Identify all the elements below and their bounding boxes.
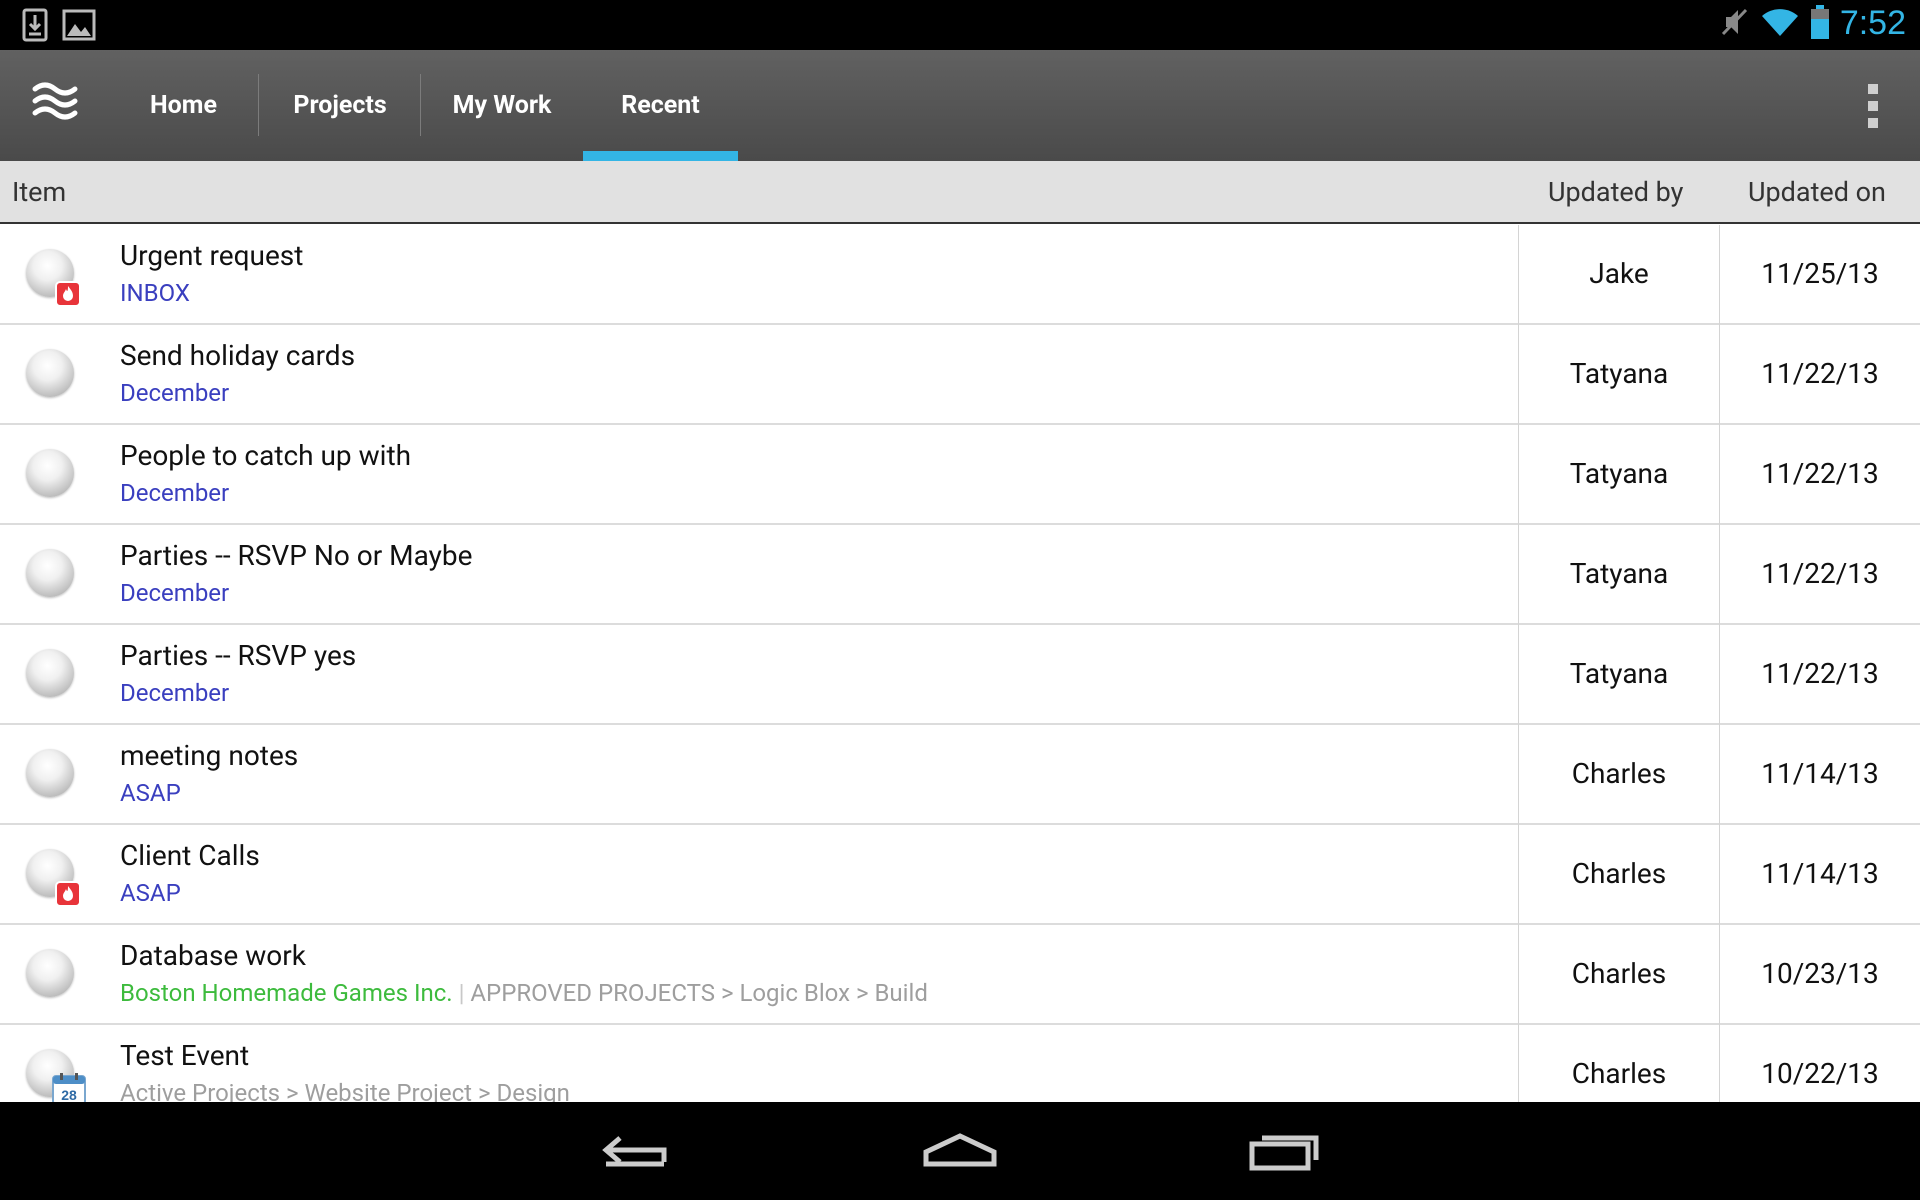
table-row[interactable]: Client Calls ASAP Charles 11/14/13 bbox=[0, 825, 1920, 925]
recent-items-list: Urgent request INBOX Jake 11/25/13 Send … bbox=[0, 225, 1920, 1102]
app-waves-logo-icon[interactable] bbox=[32, 80, 78, 130]
active-tab-indicator bbox=[583, 151, 738, 161]
project-link[interactable]: INBOX bbox=[120, 279, 190, 307]
recent-apps-icon[interactable] bbox=[1248, 1122, 1322, 1184]
overflow-menu-icon[interactable] bbox=[1866, 84, 1880, 128]
project-link[interactable]: ASAP bbox=[120, 879, 181, 907]
tab-recent[interactable]: Recent bbox=[583, 50, 738, 161]
updated-by: Tatyana bbox=[1569, 657, 1669, 690]
home-icon[interactable] bbox=[922, 1122, 998, 1184]
table-row[interactable]: Database work Boston Homemade Games Inc.… bbox=[0, 925, 1920, 1025]
tab-label: My Work bbox=[452, 91, 552, 120]
task-status-icon bbox=[26, 549, 74, 597]
download-notification-icon bbox=[22, 8, 48, 46]
project-link[interactable]: ASAP bbox=[120, 779, 181, 807]
task-status-icon bbox=[26, 949, 74, 997]
updated-on: 11/22/13 bbox=[1761, 357, 1879, 390]
task-status-icon bbox=[26, 449, 74, 497]
updated-by: Charles bbox=[1571, 1057, 1667, 1090]
table-row[interactable]: Parties -- RSVP yes December Tatyana 11/… bbox=[0, 625, 1920, 725]
calendar-icon: 28 bbox=[52, 1073, 86, 1102]
urgent-fire-icon bbox=[55, 281, 81, 307]
client-link[interactable]: Boston Homemade Games Inc. bbox=[120, 979, 453, 1007]
clock: 7:52 bbox=[1839, 4, 1906, 42]
path-divider: | bbox=[452, 979, 471, 1007]
tab-label: Recent bbox=[621, 91, 700, 120]
tab-label: Projects bbox=[293, 91, 387, 120]
table-row[interactable]: 28 Test Event Active Projects > Website … bbox=[0, 1025, 1920, 1102]
tab-label: Home bbox=[150, 91, 217, 120]
mute-icon bbox=[1720, 6, 1750, 42]
updated-on: 11/25/13 bbox=[1761, 257, 1879, 290]
updated-on: 11/14/13 bbox=[1761, 857, 1879, 890]
battery-icon bbox=[1810, 4, 1830, 43]
item-subtitle: Boston Homemade Games Inc. | APPROVED PR… bbox=[120, 979, 928, 1007]
project-link[interactable]: December bbox=[120, 479, 229, 507]
column-header-row: Item Updated by Updated on bbox=[0, 161, 1920, 224]
item-title: meeting notes bbox=[120, 739, 299, 772]
item-title: Parties -- RSVP yes bbox=[120, 639, 357, 672]
updated-on: 10/23/13 bbox=[1761, 957, 1879, 990]
table-row[interactable]: Parties -- RSVP No or Maybe December Tat… bbox=[0, 525, 1920, 625]
back-icon[interactable] bbox=[598, 1122, 672, 1184]
wifi-icon bbox=[1760, 6, 1800, 42]
item-title: Send holiday cards bbox=[120, 339, 356, 372]
tab-bar: Home Projects My Work Recent bbox=[108, 50, 738, 161]
updated-by: Charles bbox=[1571, 957, 1667, 990]
item-title: Client Calls bbox=[120, 839, 260, 872]
project-link[interactable]: December bbox=[120, 379, 229, 407]
column-header-item[interactable]: Item bbox=[12, 161, 66, 224]
task-status-icon bbox=[26, 649, 74, 697]
table-row[interactable]: meeting notes ASAP Charles 11/14/13 bbox=[0, 725, 1920, 825]
column-header-updated-on[interactable]: Updated on bbox=[1748, 161, 1886, 224]
item-title: Parties -- RSVP No or Maybe bbox=[120, 539, 473, 572]
table-row[interactable]: Send holiday cards December Tatyana 11/2… bbox=[0, 325, 1920, 425]
tab-home[interactable]: Home bbox=[108, 50, 259, 161]
updated-on: 10/22/13 bbox=[1761, 1057, 1879, 1090]
item-title: Test Event bbox=[120, 1039, 250, 1072]
project-link[interactable]: December bbox=[120, 579, 229, 607]
action-bar: Home Projects My Work Recent bbox=[0, 50, 1920, 161]
task-status-icon bbox=[26, 349, 74, 397]
project-path: APPROVED PROJECTS > Logic Blox > Build bbox=[470, 979, 928, 1007]
updated-by: Jake bbox=[1589, 257, 1649, 290]
tab-my-work[interactable]: My Work bbox=[421, 50, 583, 161]
updated-by: Charles bbox=[1571, 757, 1667, 790]
project-path: Active Projects > Website Project > Desi… bbox=[120, 1079, 570, 1102]
updated-by: Tatyana bbox=[1569, 557, 1669, 590]
updated-on: 11/14/13 bbox=[1761, 757, 1879, 790]
tab-projects[interactable]: Projects bbox=[259, 50, 421, 161]
calendar-day: 28 bbox=[61, 1087, 77, 1102]
table-row[interactable]: People to catch up with December Tatyana… bbox=[0, 425, 1920, 525]
image-notification-icon bbox=[62, 8, 96, 46]
column-header-updated-by[interactable]: Updated by bbox=[1548, 161, 1683, 224]
updated-by: Charles bbox=[1571, 857, 1667, 890]
item-title: Database work bbox=[120, 939, 306, 972]
updated-on: 11/22/13 bbox=[1761, 457, 1879, 490]
item-title: Urgent request bbox=[120, 239, 304, 272]
status-bar: 7:52 bbox=[0, 0, 1920, 50]
updated-by: Tatyana bbox=[1569, 457, 1669, 490]
project-link[interactable]: December bbox=[120, 679, 229, 707]
task-status-icon bbox=[26, 749, 74, 797]
item-title: People to catch up with bbox=[120, 439, 412, 472]
updated-on: 11/22/13 bbox=[1761, 557, 1879, 590]
urgent-fire-icon bbox=[55, 881, 81, 907]
updated-by: Tatyana bbox=[1569, 357, 1669, 390]
navigation-bar bbox=[0, 1102, 1920, 1200]
updated-on: 11/22/13 bbox=[1761, 657, 1879, 690]
table-row[interactable]: Urgent request INBOX Jake 11/25/13 bbox=[0, 225, 1920, 325]
